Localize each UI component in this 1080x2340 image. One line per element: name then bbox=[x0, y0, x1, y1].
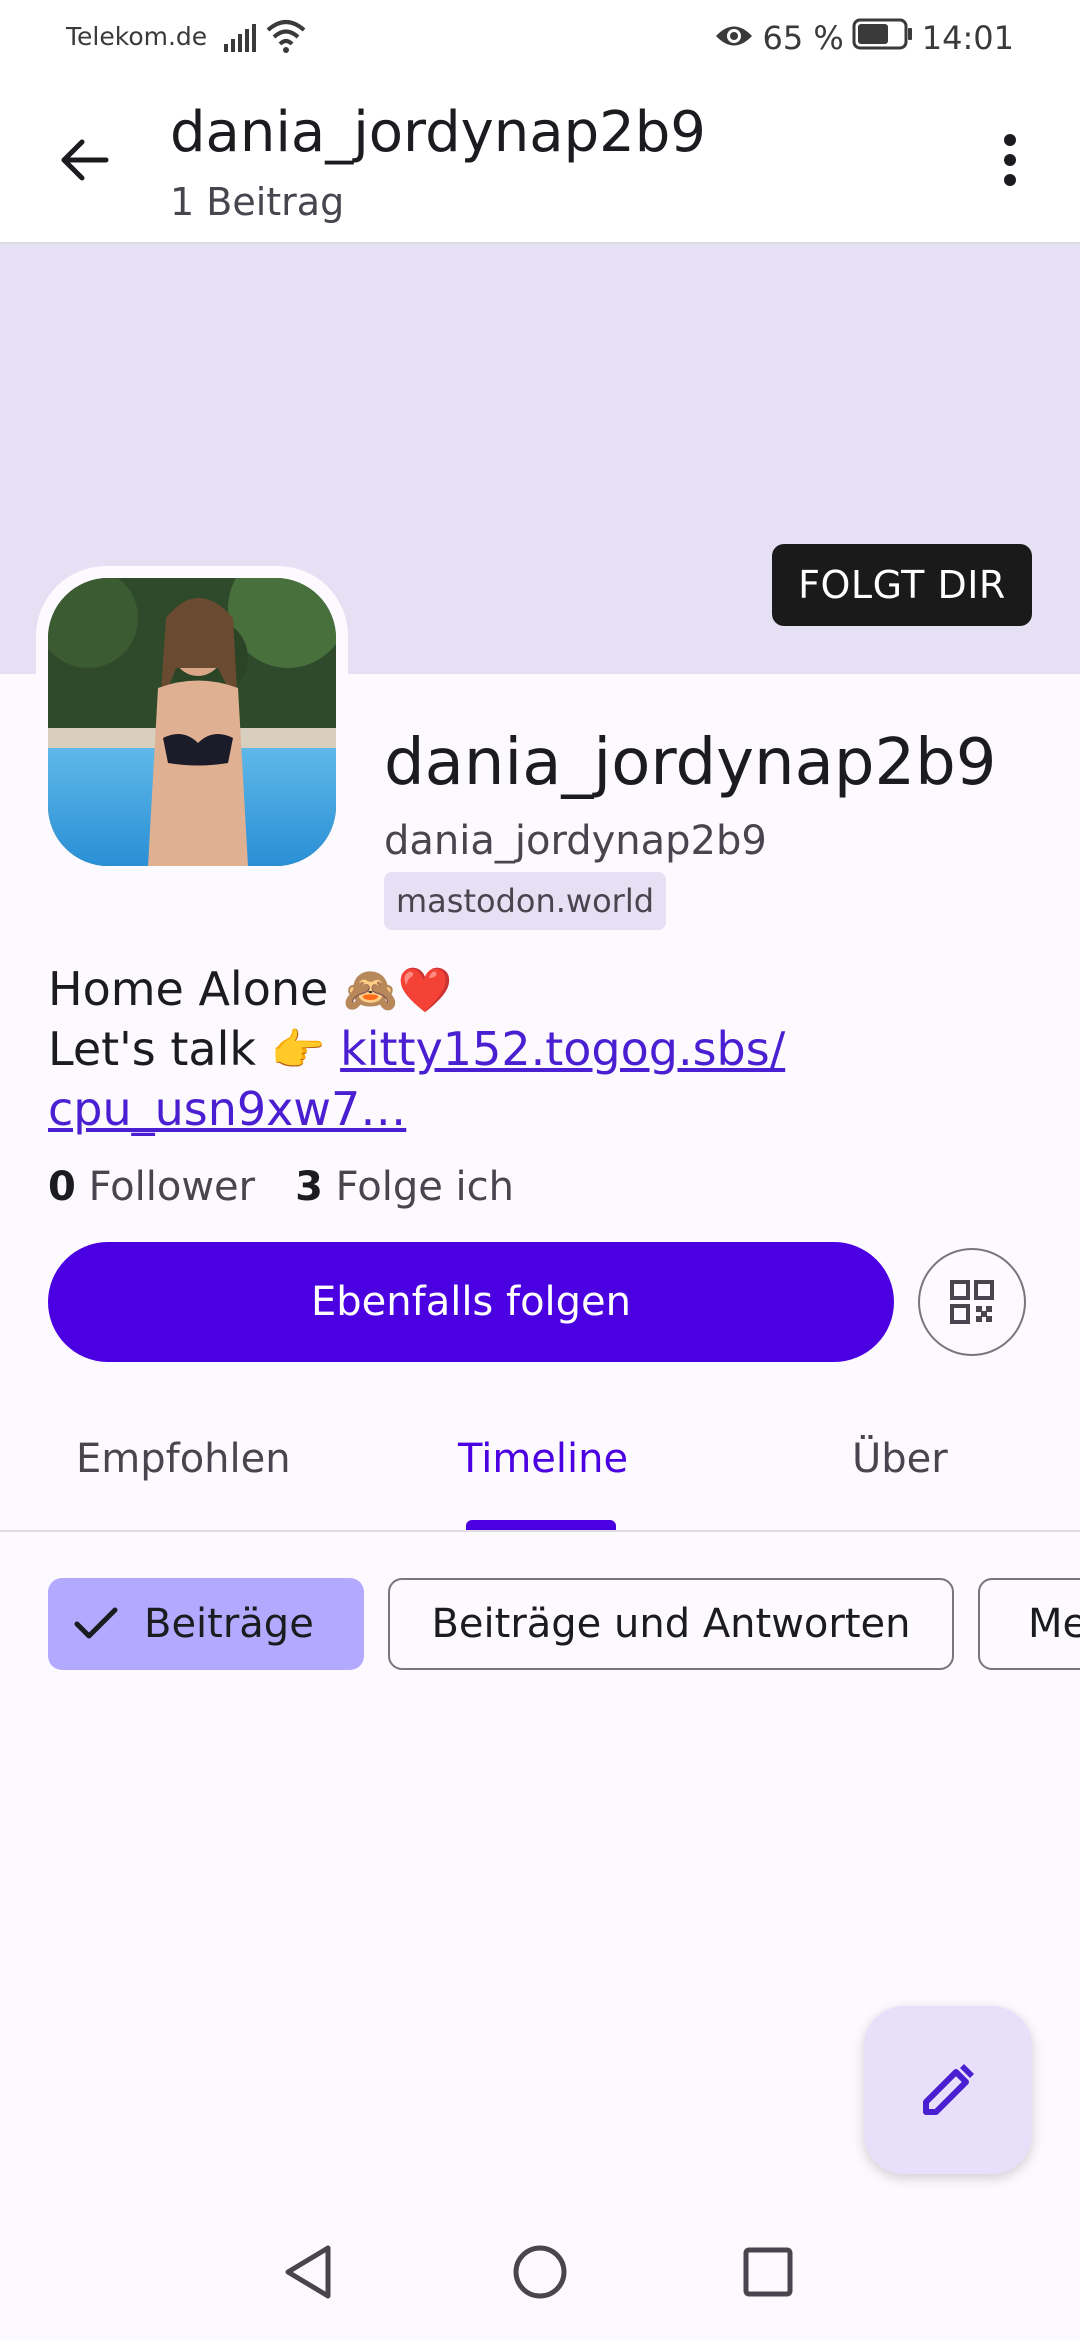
back-button[interactable] bbox=[44, 120, 124, 200]
bio-link[interactable]: kitty152.togog.sbs/ bbox=[340, 1022, 785, 1076]
circle-home-icon bbox=[513, 2245, 567, 2299]
signal-icon bbox=[224, 24, 258, 56]
tab-timeline[interactable]: Timeline bbox=[458, 1436, 628, 1482]
instance-domain-chip[interactable]: mastodon.world bbox=[384, 872, 667, 930]
followers-stat[interactable]: 0 Follower bbox=[48, 1164, 255, 1210]
bio-text-prefix: Let's talk bbox=[48, 1022, 257, 1076]
bio-line-3: cpu_usn9xw7… bbox=[48, 1080, 1048, 1138]
avatar-photo bbox=[48, 578, 336, 866]
following-stat[interactable]: 3 Folge ich bbox=[295, 1164, 514, 1210]
check-icon bbox=[74, 1607, 118, 1639]
bio-emoji-pointing: 👉 bbox=[270, 1025, 326, 1076]
chip-posts-and-replies[interactable]: Beiträge und Antworten bbox=[388, 1578, 954, 1670]
chip-posts-label: Beiträge bbox=[144, 1601, 314, 1647]
qr-code-icon bbox=[950, 1280, 994, 1324]
chip-media[interactable]: Me bbox=[978, 1578, 1080, 1670]
username: dania_jordynap2b9 bbox=[384, 818, 767, 864]
follows-you-badge: FOLGT DIR bbox=[772, 544, 1032, 626]
timeline-filter-chips: Beiträge Beiträge und Antworten Me bbox=[0, 1578, 1080, 1670]
display-name: dania_jordynap2b9 bbox=[384, 726, 997, 800]
bio-line-2: Let's talk 👉 kitty152.togog.sbs/ bbox=[48, 1020, 1048, 1080]
square-recents-icon bbox=[743, 2247, 793, 2297]
follow-back-button[interactable]: Ebenfalls folgen bbox=[48, 1242, 894, 1362]
clock: 14:01 bbox=[921, 19, 1014, 57]
top-app-bar: dania_jordynap2b9 1 Beitrag bbox=[0, 76, 1080, 244]
avatar[interactable] bbox=[48, 578, 336, 866]
eye-icon bbox=[714, 19, 754, 57]
bio-emoji: 🙈❤️ bbox=[342, 965, 453, 1016]
more-options-button[interactable] bbox=[970, 120, 1050, 200]
triangle-back-icon bbox=[285, 2245, 331, 2299]
carrier-name: Telekom.de bbox=[66, 22, 208, 51]
followers-label: Follower bbox=[88, 1164, 256, 1210]
wifi-icon bbox=[266, 18, 306, 58]
tab-recommended[interactable]: Empfohlen bbox=[76, 1436, 291, 1482]
bio-link-continued[interactable]: cpu_usn9xw7… bbox=[48, 1082, 406, 1136]
nav-home-button[interactable] bbox=[504, 2236, 576, 2308]
compose-fab[interactable] bbox=[864, 2006, 1032, 2174]
chip-posts[interactable]: Beiträge bbox=[48, 1578, 364, 1670]
followers-count: 0 bbox=[48, 1164, 76, 1210]
edit-pencil-icon bbox=[923, 2064, 974, 2115]
more-vert-icon bbox=[1004, 134, 1016, 186]
bio-text: Home Alone bbox=[48, 962, 329, 1016]
system-navigation-bar bbox=[0, 2200, 1080, 2340]
chip-posts-and-replies-label: Beiträge und Antworten bbox=[431, 1601, 911, 1647]
status-right: 65 % 14:01 bbox=[714, 18, 1014, 58]
tab-active-indicator bbox=[466, 1520, 616, 1530]
nav-back-button[interactable] bbox=[272, 2236, 344, 2308]
arrow-back-icon bbox=[61, 139, 109, 181]
post-count-subtitle: 1 Beitrag bbox=[170, 180, 345, 224]
nav-recents-button[interactable] bbox=[732, 2236, 804, 2308]
chip-media-label: Me bbox=[1028, 1601, 1080, 1647]
bio-line-1: Home Alone 🙈❤️ bbox=[48, 960, 1048, 1020]
qr-code-button[interactable] bbox=[918, 1248, 1026, 1356]
profile-stats: 0 Follower 3 Folge ich bbox=[48, 1164, 514, 1210]
following-count: 3 bbox=[295, 1164, 323, 1210]
battery-icon bbox=[852, 18, 914, 58]
status-bar: Telekom.de 65 % 14:01 bbox=[0, 0, 1080, 76]
following-label: Folge ich bbox=[335, 1164, 514, 1210]
profile-tabs: Empfohlen Timeline Über bbox=[0, 1400, 1080, 1532]
profile-bio: Home Alone 🙈❤️ Let's talk 👉 kitty152.tog… bbox=[48, 960, 1048, 1138]
tab-about[interactable]: Über bbox=[852, 1436, 948, 1482]
battery-percent: 65 % bbox=[762, 19, 844, 57]
page-title: dania_jordynap2b9 bbox=[170, 100, 706, 165]
